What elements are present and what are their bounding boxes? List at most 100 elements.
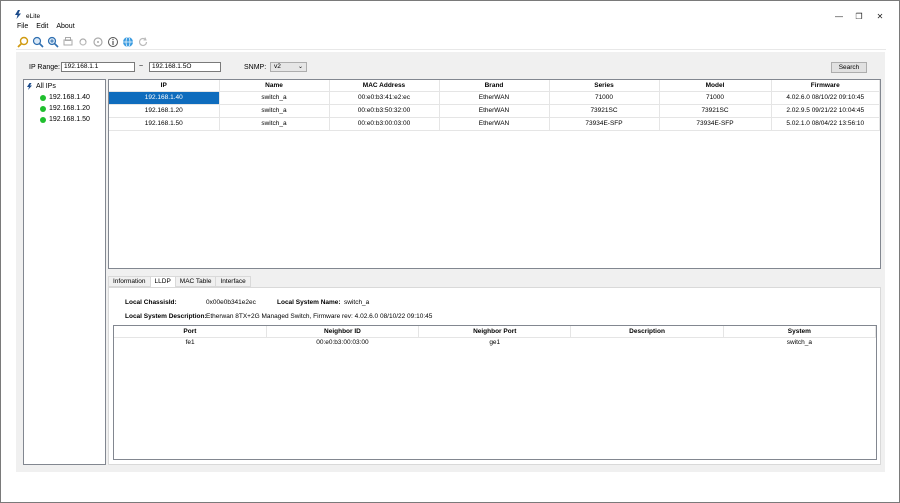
cell-port[interactable]: fe1 bbox=[114, 337, 266, 348]
lightning-icon bbox=[15, 10, 21, 19]
cell-system[interactable]: switch_a bbox=[723, 337, 875, 348]
menu-bar: File Edit About bbox=[17, 23, 75, 33]
tab-mac-table[interactable]: MAC Table bbox=[174, 276, 217, 287]
tree-root-label: All IPs bbox=[36, 83, 56, 90]
tree-item-ip[interactable]: 192.168.1.20 bbox=[40, 105, 90, 112]
refresh-icon[interactable] bbox=[136, 35, 149, 48]
cell-series[interactable]: 71000 bbox=[549, 91, 660, 105]
tab-information[interactable]: Information bbox=[108, 276, 151, 287]
cell-model[interactable]: 71000 bbox=[659, 91, 772, 105]
detail-tabs: Information LLDP MAC Table Interface bbox=[108, 276, 251, 288]
system-name-value: switch_a bbox=[344, 299, 370, 306]
app-window: eLite — ❐ ✕ File Edit About IP Range: 19… bbox=[0, 0, 900, 503]
tree-item-ip[interactable]: 192.168.1.40 bbox=[40, 94, 90, 101]
table-row[interactable]: 192.168.1.50 switch_a 00:e0:b3:00:03:00 … bbox=[109, 117, 880, 131]
zoom-in-icon[interactable] bbox=[46, 35, 59, 48]
status-online-icon bbox=[40, 94, 46, 101]
cell-mac[interactable]: 00:e0:b3:50:32:00 bbox=[329, 104, 440, 118]
table-header-row: Port Neighbor ID Neighbor Port Descripti… bbox=[114, 326, 877, 338]
system-description-value: Etherwan 8TX+2G Managed Switch, Firmware… bbox=[206, 313, 433, 320]
cell-firmware[interactable]: 2.02.9.5 09/21/22 10:04:45 bbox=[771, 104, 880, 118]
menu-edit[interactable]: Edit bbox=[36, 23, 48, 33]
range-separator: ~ bbox=[139, 63, 144, 70]
cell-mac[interactable]: 00:e0:b3:00:03:00 bbox=[329, 117, 440, 131]
info-icon[interactable] bbox=[106, 35, 119, 48]
column-header-port[interactable]: Port bbox=[114, 326, 267, 338]
status-online-icon bbox=[40, 116, 46, 123]
menu-file[interactable]: File bbox=[17, 23, 28, 33]
column-header-ip[interactable]: IP bbox=[109, 80, 220, 92]
tree-item-label: 192.168.1.20 bbox=[49, 105, 90, 112]
zoom-icon[interactable] bbox=[31, 35, 44, 48]
menu-about[interactable]: About bbox=[56, 23, 74, 33]
snmp-label: SNMP: bbox=[244, 64, 267, 71]
cell-firmware[interactable]: 5.02.1.0 08/04/22 13:56:10 bbox=[771, 117, 880, 131]
globe-icon[interactable] bbox=[121, 35, 134, 48]
snmp-version-value: v2 bbox=[274, 63, 281, 70]
lldp-neighbor-table: Port Neighbor ID Neighbor Port Descripti… bbox=[113, 325, 877, 460]
cell-description[interactable] bbox=[571, 337, 723, 348]
chevron-down-icon: ⌄ bbox=[297, 64, 303, 70]
column-header-firmware[interactable]: Firmware bbox=[771, 80, 880, 92]
chassis-id-label: Local ChassisId: bbox=[125, 299, 177, 306]
table-row[interactable]: 192.168.1.40 switch_a 00:e0:b3:41:e2:ec … bbox=[109, 91, 880, 105]
cell-name[interactable]: switch_a bbox=[219, 117, 330, 131]
cell-name[interactable]: switch_a bbox=[219, 104, 330, 118]
status-online-icon bbox=[40, 105, 46, 112]
device-table: IP Name MAC Address Brand Series Model F… bbox=[108, 79, 881, 269]
print-icon[interactable] bbox=[61, 35, 74, 48]
tab-interface[interactable]: Interface bbox=[215, 276, 251, 287]
disk-icon[interactable] bbox=[91, 35, 104, 48]
tree-item-label: 192.168.1.50 bbox=[49, 116, 90, 123]
cell-firmware[interactable]: 4.02.6.0 08/10/22 09:10:45 bbox=[771, 91, 880, 105]
system-name-label: Local System Name: bbox=[277, 299, 341, 306]
cell-ip[interactable]: 192.168.1.40 bbox=[109, 91, 220, 105]
ip-end-input[interactable]: 192.168.1.5O bbox=[149, 62, 221, 72]
search-button[interactable]: Search bbox=[831, 62, 867, 73]
close-button[interactable]: ✕ bbox=[873, 10, 887, 22]
cell-neighbor-id[interactable]: 00:e0:b3:00:03:00 bbox=[266, 337, 418, 348]
ip-range-label: IP Range: bbox=[29, 64, 61, 71]
chassis-id-value: 0x00e0b341e2ec bbox=[206, 299, 256, 306]
title-bar: eLite — ❐ ✕ bbox=[2, 2, 898, 22]
cell-brand[interactable]: EtherWAN bbox=[439, 117, 550, 131]
table-row[interactable]: 192.168.1.20 switch_a 00:e0:b3:50:32:00 … bbox=[109, 104, 880, 118]
cell-brand[interactable]: EtherWAN bbox=[439, 104, 550, 118]
ip-tree: All IPs 192.168.1.40 192.168.1.20 192.16… bbox=[23, 79, 106, 465]
cell-series[interactable]: 73921SC bbox=[549, 104, 660, 118]
table-header-row: IP Name MAC Address Brand Series Model F… bbox=[109, 80, 880, 92]
table-row[interactable]: fe1 00:e0:b3:00:03:00 ge1 switch_a bbox=[114, 337, 876, 348]
sync-icon[interactable] bbox=[76, 35, 89, 48]
system-description-label: Local System Description: bbox=[125, 313, 207, 320]
cell-ip[interactable]: 192.168.1.50 bbox=[109, 117, 220, 131]
tree-root-all-ips[interactable]: All IPs bbox=[26, 83, 56, 90]
ip-start-input[interactable]: 192.168.1.1 bbox=[61, 62, 135, 72]
toolbar bbox=[16, 34, 886, 50]
lldp-panel: Local ChassisId: 0x00e0b341e2ec Local Sy… bbox=[108, 287, 881, 465]
cell-model[interactable]: 73921SC bbox=[659, 104, 772, 118]
column-header-system[interactable]: System bbox=[723, 326, 877, 338]
column-header-name[interactable]: Name bbox=[219, 80, 330, 92]
cell-brand[interactable]: EtherWAN bbox=[439, 91, 550, 105]
cell-name[interactable]: switch_a bbox=[219, 91, 330, 105]
minimize-button[interactable]: — bbox=[832, 10, 846, 22]
column-header-neighbor-port[interactable]: Neighbor Port bbox=[418, 326, 572, 338]
column-header-series[interactable]: Series bbox=[549, 80, 660, 92]
cell-mac[interactable]: 00:e0:b3:41:e2:ec bbox=[329, 91, 440, 105]
window-title: eLite bbox=[26, 13, 41, 20]
column-header-neighbor-id[interactable]: Neighbor ID bbox=[266, 326, 420, 338]
restore-button[interactable]: ❐ bbox=[852, 10, 866, 22]
column-header-brand[interactable]: Brand bbox=[439, 80, 550, 92]
search-icon[interactable] bbox=[16, 35, 29, 48]
column-header-model[interactable]: Model bbox=[659, 80, 772, 92]
network-icon bbox=[27, 83, 32, 90]
cell-neighbor-port[interactable]: ge1 bbox=[419, 337, 571, 348]
tree-item-ip[interactable]: 192.168.1.50 bbox=[40, 116, 90, 123]
cell-model[interactable]: 73934E-SFP bbox=[659, 117, 772, 131]
column-header-mac[interactable]: MAC Address bbox=[329, 80, 440, 92]
column-header-description[interactable]: Description bbox=[570, 326, 724, 338]
snmp-version-select[interactable]: v2 ⌄ bbox=[270, 62, 307, 72]
main-panel: IP Range: 192.168.1.1 ~ 192.168.1.5O SNM… bbox=[16, 52, 885, 472]
cell-ip[interactable]: 192.168.1.20 bbox=[109, 104, 220, 118]
cell-series[interactable]: 73934E-SFP bbox=[549, 117, 660, 131]
